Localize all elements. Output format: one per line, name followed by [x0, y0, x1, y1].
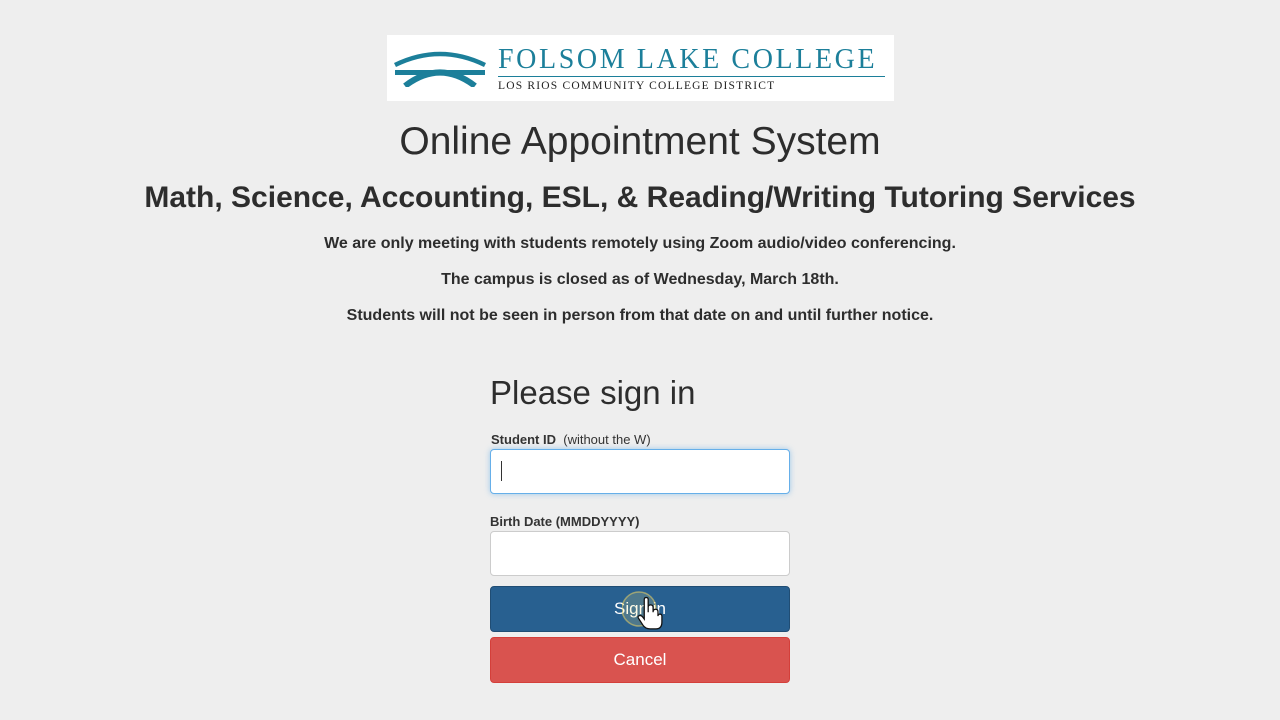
student-id-label-note: (without the W) — [563, 432, 651, 447]
page-title: Online Appointment System — [399, 120, 881, 163]
cancel-button[interactable]: Cancel — [490, 637, 790, 683]
student-id-field-wrapper — [490, 449, 790, 494]
notice-campus-closed: The campus is closed as of Wednesday, Ma… — [441, 271, 839, 288]
logo-divider — [498, 76, 885, 77]
logo-title: FOLSOM LAKE COLLEGE — [498, 44, 878, 75]
college-logo: FOLSOM LAKE COLLEGE LOS RIOS COMMUNITY C… — [387, 35, 894, 101]
student-id-label-text: Student ID — [491, 432, 556, 447]
notice-remote: We are only meeting with students remote… — [324, 235, 956, 252]
student-id-input[interactable] — [490, 449, 790, 494]
text-caret — [501, 461, 502, 481]
notice-no-in-person: Students will not be seen in person from… — [346, 307, 934, 324]
bridge-arch-icon — [394, 51, 486, 87]
sign-in-button[interactable]: Sign in — [490, 586, 790, 632]
logo-subtitle: LOS RIOS COMMUNITY COLLEGE DISTRICT — [498, 80, 776, 92]
page: FOLSOM LAKE COLLEGE LOS RIOS COMMUNITY C… — [0, 0, 1280, 720]
birth-date-label: Birth Date (MMDDYYYY) — [490, 514, 640, 529]
birth-date-input[interactable] — [490, 531, 790, 576]
signin-heading: Please sign in — [490, 374, 696, 411]
page-subtitle: Math, Science, Accounting, ESL, & Readin… — [144, 181, 1136, 214]
student-id-label: Student ID (without the W) — [491, 432, 651, 447]
